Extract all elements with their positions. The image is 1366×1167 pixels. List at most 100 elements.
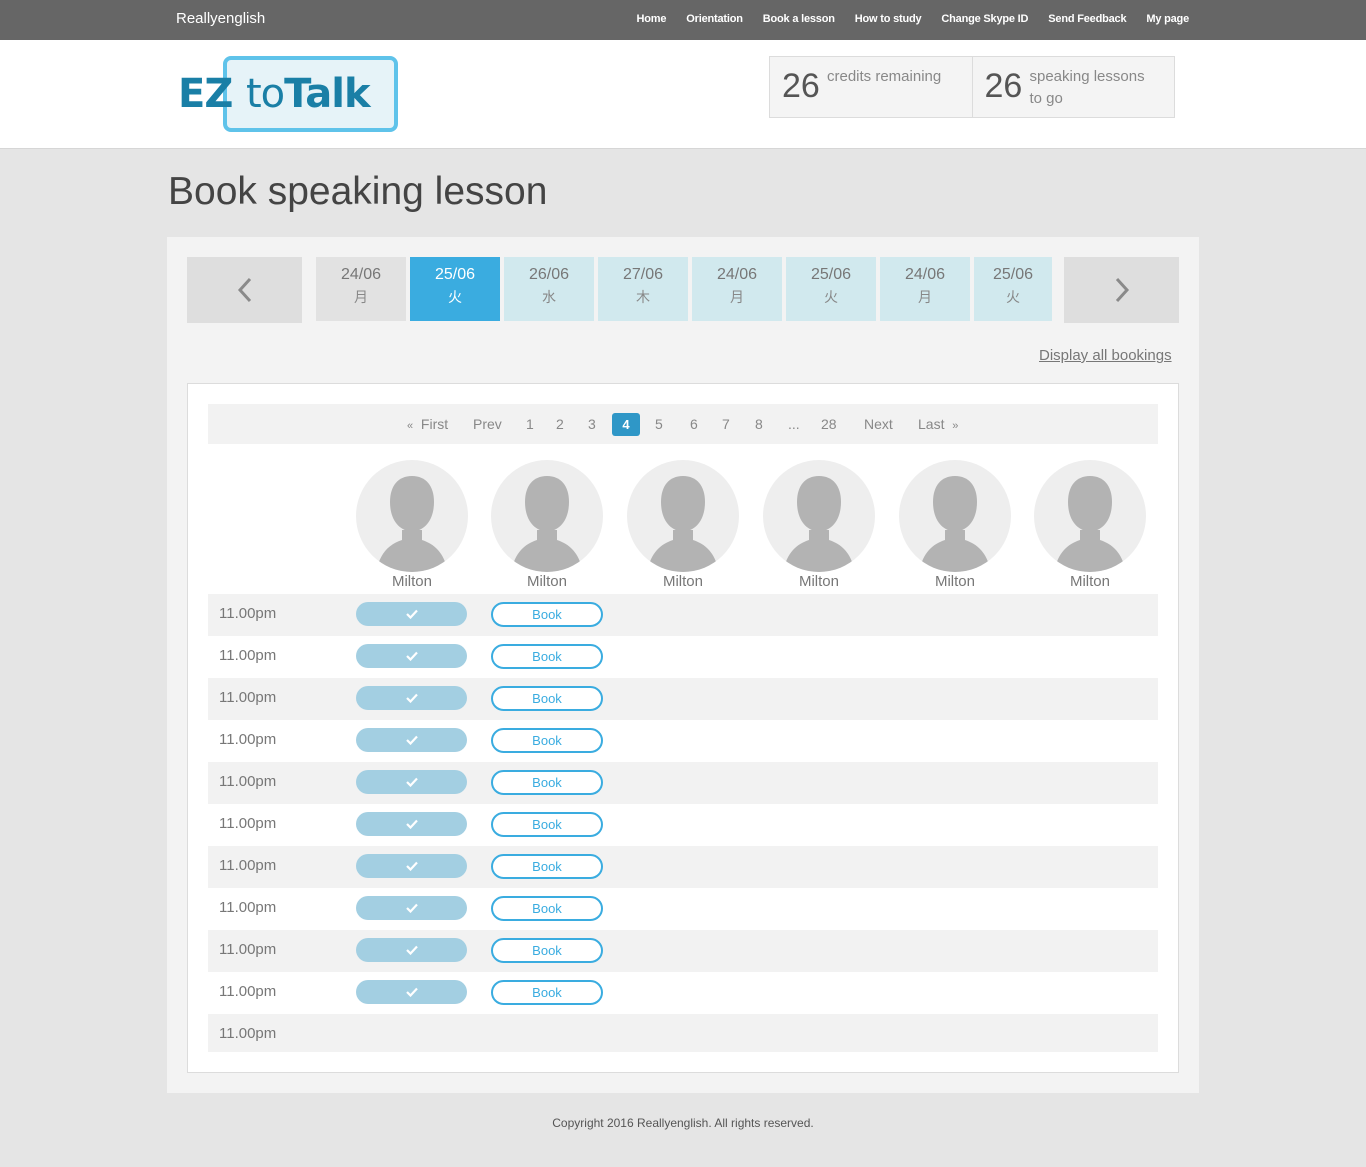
- first-page-link[interactable]: « First: [407, 404, 448, 446]
- booked-slot-button[interactable]: [356, 938, 467, 962]
- tutor-avatar[interactable]: [763, 460, 875, 572]
- footer-copyright: Copyright 2016 Reallyenglish. All rights…: [552, 1116, 814, 1130]
- tutor-avatar[interactable]: [356, 460, 468, 572]
- book-button[interactable]: Book: [491, 896, 603, 921]
- time-slot-row: 11.00pm Book: [208, 846, 1158, 888]
- nav-how-to-study[interactable]: How to study: [855, 13, 922, 25]
- book-button[interactable]: Book: [491, 686, 603, 711]
- book-button[interactable]: Book: [491, 854, 603, 879]
- page-link-6[interactable]: 6: [690, 404, 698, 444]
- nav-book-a-lesson[interactable]: Book a lesson: [763, 13, 835, 25]
- time-slot-table: 11.00pm Book 11.00pm Book 11.00pm Book 11.00pm…: [208, 594, 1158, 1052]
- booked-slot-button[interactable]: [356, 812, 467, 836]
- tutor-name: Milton: [662, 573, 703, 590]
- page-link-7[interactable]: 7: [722, 404, 730, 444]
- booked-slot-button[interactable]: [356, 980, 467, 1004]
- date-label: 25/06: [434, 266, 476, 283]
- credits-summary: 26 credits remaining 26 speaking lessons…: [769, 56, 1175, 118]
- booked-slot-button[interactable]: [356, 644, 467, 668]
- date-label: 24/06: [340, 266, 382, 283]
- time-slot-row: 11.00pm Book: [208, 972, 1158, 1014]
- prev-page-link[interactable]: Prev: [473, 404, 502, 444]
- tutor-avatar[interactable]: [491, 460, 603, 572]
- checkmark-icon: [405, 693, 418, 703]
- nav-home[interactable]: Home: [637, 13, 667, 25]
- nav-orientation[interactable]: Orientation: [686, 13, 743, 25]
- credits-label: credits remaining: [827, 68, 942, 85]
- time-slot-row: 11.00pm Book: [208, 804, 1158, 846]
- date-tab-1[interactable]: 25/06 火: [410, 257, 500, 321]
- page-arrow-glyph: »: [952, 420, 959, 432]
- slot-time: 11.00pm: [219, 899, 277, 916]
- page-link-4[interactable]: 4: [612, 413, 640, 436]
- time-slot-row: 11.00pm Book: [208, 594, 1158, 636]
- booked-slot-button[interactable]: [356, 770, 467, 794]
- next-dates-button[interactable]: [1064, 257, 1179, 323]
- top-nav-menu: Home Orientation Book a lesson How to st…: [617, 0, 1190, 38]
- nav-send-feedback[interactable]: Send Feedback: [1048, 13, 1126, 25]
- tutor-avatar[interactable]: [899, 460, 1011, 572]
- nav-my-page[interactable]: My page: [1146, 13, 1189, 25]
- date-tab-4[interactable]: 24/06 月: [692, 257, 782, 321]
- book-button[interactable]: Book: [491, 812, 603, 837]
- tutor-avatar[interactable]: [627, 460, 739, 572]
- tutor-name: Milton: [1069, 573, 1110, 590]
- date-tab-6[interactable]: 24/06 月: [880, 257, 970, 321]
- date-tab-7[interactable]: 25/06 火: [974, 257, 1052, 321]
- brand-name[interactable]: Reallyenglish: [176, 0, 265, 38]
- checkmark-icon: [405, 609, 418, 619]
- chevron-left-icon: [237, 277, 251, 303]
- date-tab-5[interactable]: 25/06 火: [786, 257, 876, 321]
- nav-change-skype-id[interactable]: Change Skype ID: [941, 13, 1028, 25]
- checkmark-icon: [405, 987, 418, 997]
- time-slot-row: 11.00pm: [208, 1014, 1158, 1052]
- page-link-label: Last: [918, 416, 945, 432]
- book-button[interactable]: Book: [491, 644, 603, 669]
- slot-time: 11.00pm: [219, 689, 277, 706]
- slot-time: 11.00pm: [219, 1025, 277, 1042]
- logo-totalk: toTalk: [246, 71, 371, 117]
- book-button[interactable]: Book: [491, 980, 603, 1005]
- date-tab-3[interactable]: 27/06 木: [598, 257, 688, 321]
- booked-slot-button[interactable]: [356, 896, 467, 920]
- page-link-2[interactable]: 2: [556, 404, 564, 444]
- schedule-card: « First Prev 1 2 3 4 5 6 7 8... 28 Next Last » Milto…: [187, 383, 1179, 1073]
- tutor-column-5: Milton: [1034, 460, 1146, 590]
- date-tab-0[interactable]: 24/06 月: [316, 257, 406, 321]
- tutor-column-4: Milton: [899, 460, 1011, 590]
- page-link-...[interactable]: ...: [788, 404, 800, 444]
- display-all-bookings-link[interactable]: Display all bookings: [1039, 347, 1172, 364]
- date-tab-2[interactable]: 26/06 水: [504, 257, 594, 321]
- page-link-8[interactable]: 8: [755, 404, 763, 444]
- page-link-1[interactable]: 1: [526, 404, 534, 444]
- tutor-avatar[interactable]: [1034, 460, 1146, 572]
- checkmark-icon: [405, 651, 418, 661]
- book-button[interactable]: Book: [491, 938, 603, 963]
- slot-time: 11.00pm: [219, 983, 277, 1000]
- page-link-3[interactable]: 3: [588, 404, 596, 444]
- book-button[interactable]: Book: [491, 602, 603, 627]
- person-silhouette-icon: [376, 476, 448, 572]
- weekday-label: 火: [1006, 289, 1020, 305]
- date-label: 25/06: [992, 266, 1034, 283]
- book-button[interactable]: Book: [491, 770, 603, 795]
- weekday-label: 月: [918, 289, 932, 305]
- booked-slot-button[interactable]: [356, 686, 467, 710]
- date-label: 25/06: [810, 266, 852, 283]
- booked-slot-button[interactable]: [356, 854, 467, 878]
- page-link-5[interactable]: 5: [655, 404, 663, 444]
- booked-slot-button[interactable]: [356, 602, 467, 626]
- booked-slot-button[interactable]: [356, 728, 467, 752]
- tutor-name: Milton: [391, 573, 432, 590]
- checkmark-icon: [405, 777, 418, 787]
- prev-dates-button[interactable]: [187, 257, 302, 323]
- slot-time: 11.00pm: [219, 773, 277, 790]
- last-page-link[interactable]: Last »: [918, 404, 958, 446]
- book-button[interactable]: Book: [491, 728, 603, 753]
- ez-to-talk-logo[interactable]: EZ toTalk: [178, 56, 398, 132]
- next-page-link[interactable]: Next: [864, 404, 893, 444]
- tutor-column-1: Milton: [491, 460, 603, 590]
- chevron-right-icon: [1115, 277, 1129, 303]
- page-link-28[interactable]: 28: [821, 404, 837, 444]
- tutor-name: Milton: [934, 573, 975, 590]
